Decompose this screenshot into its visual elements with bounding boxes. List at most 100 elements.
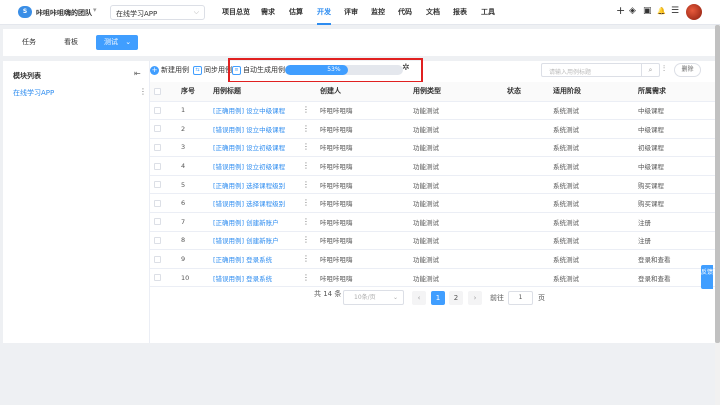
case-title-link-text[interactable]: [正确用例] 选择课程级别 (213, 182, 285, 190)
prev-page-button[interactable]: ‹ (412, 291, 426, 305)
case-title-link-text[interactable]: [正确用例] 创建新账户 (213, 219, 279, 227)
row-select-cell[interactable] (150, 268, 177, 288)
user-avatar[interactable] (686, 4, 702, 20)
tab-test[interactable]: 测试 ⌄ (96, 35, 138, 50)
nav-review[interactable]: 评审 (344, 0, 358, 25)
select-all-checkbox[interactable] (150, 82, 177, 102)
case-title-link[interactable]: [错误用例] 创建新账户 ⋮ (209, 231, 316, 251)
table-row[interactable]: 8 [错误用例] 创建新账户 ⋮ 咔咀咔咀嗨 功能测试 系统测试 注册 (150, 231, 715, 251)
row-checkbox[interactable] (154, 106, 161, 114)
page-2-button[interactable]: 2 (449, 291, 463, 305)
case-title-link-text[interactable]: [正确用例] 设立初级课程 (213, 144, 285, 152)
layers-icon[interactable]: ◈ (629, 6, 636, 16)
row-checkbox[interactable] (154, 274, 161, 282)
page-1-button[interactable]: 1 (431, 291, 445, 305)
row-select-cell[interactable] (150, 231, 177, 251)
row-select-cell[interactable] (150, 175, 177, 195)
case-title-link-text[interactable]: [错误用例] 选择课程级别 (213, 200, 285, 208)
row-more-icon[interactable]: ⋮ (302, 105, 316, 114)
filter-icon[interactable]: ⫶ (663, 64, 665, 74)
new-case-button[interactable]: + 新建用例 (150, 65, 189, 76)
more-icon[interactable]: ⋮ (139, 87, 147, 96)
case-title-link[interactable]: [错误用例] 设立中级课程 ⋮ (209, 119, 316, 139)
row-more-icon[interactable]: ⋮ (302, 198, 316, 207)
table-row[interactable]: 4 [错误用例] 设立初级课程 ⋮ 咔咀咔咀嗨 功能测试 系统测试 中级课程 (150, 156, 715, 176)
table-row[interactable]: 3 [正确用例] 设立初级课程 ⋮ 咔咀咔咀嗨 功能测试 系统测试 初级课程 (150, 138, 715, 158)
nav-reports[interactable]: 报表 (453, 0, 467, 25)
nav-estimate[interactable]: 估算 (289, 0, 303, 25)
case-title-link[interactable]: [错误用例] 设立初级课程 ⋮ (209, 156, 316, 176)
next-page-button[interactable]: › (468, 291, 482, 305)
row-checkbox[interactable] (154, 218, 161, 226)
team-chevron-down-icon[interactable]: ▾ (93, 6, 97, 14)
nav-docs[interactable]: 文档 (426, 0, 440, 25)
row-select-cell[interactable] (150, 101, 177, 121)
table-row[interactable]: 5 [正确用例] 选择课程级别 ⋮ 咔咀咔咀嗨 功能测试 系统测试 购买课程 (150, 175, 715, 195)
briefcase-icon[interactable]: ▣ (643, 6, 652, 16)
table-row[interactable]: 6 [错误用例] 选择课程级别 ⋮ 咔咀咔咀嗨 功能测试 系统测试 购买课程 (150, 193, 715, 214)
search-input[interactable]: 请输入用例标题 ⌕ (541, 63, 660, 77)
row-checkbox[interactable] (154, 255, 161, 263)
case-title-link-text[interactable]: [错误用例] 登录系统 (213, 275, 272, 283)
nav-code[interactable]: 代码 (398, 0, 412, 25)
row-select-cell[interactable] (150, 193, 177, 214)
nav-requirements[interactable]: 需求 (261, 0, 275, 25)
case-title-link[interactable]: [正确用例] 创建新账户 ⋮ (209, 212, 316, 232)
row-checkbox[interactable] (154, 199, 161, 207)
row-more-icon[interactable]: ⋮ (302, 161, 316, 170)
case-title-link-text[interactable]: [错误用例] 设立初级课程 (213, 163, 285, 171)
row-checkbox[interactable] (154, 125, 161, 133)
row-more-icon[interactable]: ⋮ (302, 273, 316, 282)
nav-monitor[interactable]: 监控 (371, 0, 385, 25)
tab-board[interactable]: 看板 (64, 37, 78, 47)
page-size-select[interactable]: 10条/页 ⌄ (343, 290, 404, 305)
case-title-link[interactable]: [正确用例] 选择课程级别 ⋮ (209, 175, 316, 195)
auto-generate-button[interactable]: ≡ 自动生成用例 (232, 65, 285, 76)
case-title-link[interactable]: [正确用例] 设立中级课程 ⋮ (209, 101, 316, 121)
row-more-icon[interactable]: ⋮ (302, 124, 316, 133)
table-row[interactable]: 10 [错误用例] 登录系统 ⋮ 咔咀咔咀嗨 功能测试 系统测试 登录和查看 (150, 268, 715, 288)
search-icon[interactable]: ⌕ (641, 64, 659, 76)
add-icon[interactable]: + (616, 4, 625, 17)
row-more-icon[interactable]: ⋮ (302, 235, 316, 244)
row-select-cell[interactable] (150, 138, 177, 158)
table-row[interactable]: 7 [正确用例] 创建新账户 ⋮ 咔咀咔咀嗨 功能测试 系统测试 注册 (150, 212, 715, 232)
scrollbar-thumb[interactable] (715, 25, 720, 343)
row-select-cell[interactable] (150, 156, 177, 176)
row-checkbox[interactable] (154, 181, 161, 189)
nav-development[interactable]: 开发 (317, 0, 331, 25)
collapse-icon[interactable]: ⇤ (134, 69, 141, 78)
case-title-link[interactable]: [错误用例] 选择课程级别 ⋮ (209, 193, 316, 214)
row-more-icon[interactable]: ⋮ (302, 142, 316, 151)
bell-icon[interactable]: 🔔 (657, 7, 666, 15)
case-title-link-text[interactable]: [正确用例] 登录系统 (213, 256, 272, 264)
case-title-link-text[interactable]: [错误用例] 创建新账户 (213, 237, 279, 245)
tab-task[interactable]: 任务 (22, 37, 36, 47)
row-select-cell[interactable] (150, 119, 177, 139)
team-name[interactable]: 咔咀咔咀嗨的团队 (36, 8, 92, 18)
project-select[interactable]: 在线学习APP ⌵ (110, 5, 205, 20)
feedback-button[interactable]: 反馈 (701, 265, 713, 289)
delete-button[interactable]: 删除 (674, 63, 701, 77)
case-title-link-text[interactable]: [正确用例] 设立中级课程 (213, 107, 285, 115)
row-more-icon[interactable]: ⋮ (302, 217, 316, 226)
goto-page-input[interactable]: 1 (508, 291, 533, 305)
table-row[interactable]: 2 [错误用例] 设立中级课程 ⋮ 咔咀咔咀嗨 功能测试 系统测试 中级课程 (150, 119, 715, 139)
sync-case-button[interactable]: ⇆ 同步用例 (193, 65, 232, 76)
row-select-cell[interactable] (150, 212, 177, 232)
row-more-icon[interactable]: ⋮ (302, 254, 316, 263)
settings-sliders-icon[interactable]: ☰ (671, 6, 679, 16)
case-title-link[interactable]: [错误用例] 登录系统 ⋮ (209, 268, 316, 288)
gear-icon[interactable]: ✲ (402, 63, 410, 73)
nav-overview[interactable]: 项目总览 (222, 0, 250, 25)
app-logo-icon[interactable]: S (18, 6, 32, 18)
nav-tools[interactable]: 工具 (481, 0, 495, 25)
row-checkbox[interactable] (154, 143, 161, 151)
module-item-app[interactable]: 在线学习APP (13, 88, 54, 98)
row-checkbox[interactable] (154, 162, 161, 170)
row-select-cell[interactable] (150, 249, 177, 269)
table-row[interactable]: 1 [正确用例] 设立中级课程 ⋮ 咔咀咔咀嗨 功能测试 系统测试 中级课程 (150, 101, 715, 121)
case-title-link-text[interactable]: [错误用例] 设立中级课程 (213, 126, 285, 134)
case-title-link[interactable]: [正确用例] 设立初级课程 ⋮ (209, 138, 316, 158)
row-more-icon[interactable]: ⋮ (302, 180, 316, 189)
